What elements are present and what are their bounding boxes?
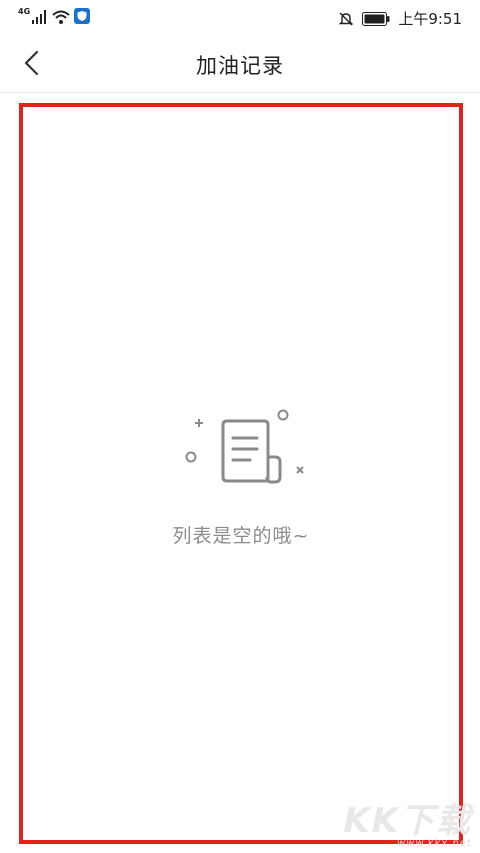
empty-message: 列表是空的哦~: [172, 525, 310, 547]
network-type: 4G: [18, 7, 31, 16]
status-bar: 4G 上午9:51: [0, 0, 480, 34]
battery-icon: [362, 11, 390, 26]
shield-app-icon: [74, 8, 91, 24]
watermark: KK下载 www.kkx.net: [343, 793, 472, 849]
page-title: 加油记录: [196, 54, 284, 78]
list-container: 列表是空的哦~: [19, 103, 463, 844]
status-left: 4G: [18, 7, 91, 24]
wifi-icon: [52, 10, 70, 24]
watermark-logo: KK下载: [343, 801, 472, 841]
clock: 上午9:51: [398, 10, 462, 28]
status-right: 上午9:51: [338, 8, 462, 29]
watermark-site: www.kkx.net: [397, 838, 472, 849]
bell-muted-icon: [339, 12, 354, 25]
navigation-bar: 加油记录: [0, 34, 480, 93]
signal-icon: [32, 10, 47, 24]
empty-state: 列表是空的哦~: [23, 407, 459, 548]
empty-document-icon: [185, 409, 304, 484]
